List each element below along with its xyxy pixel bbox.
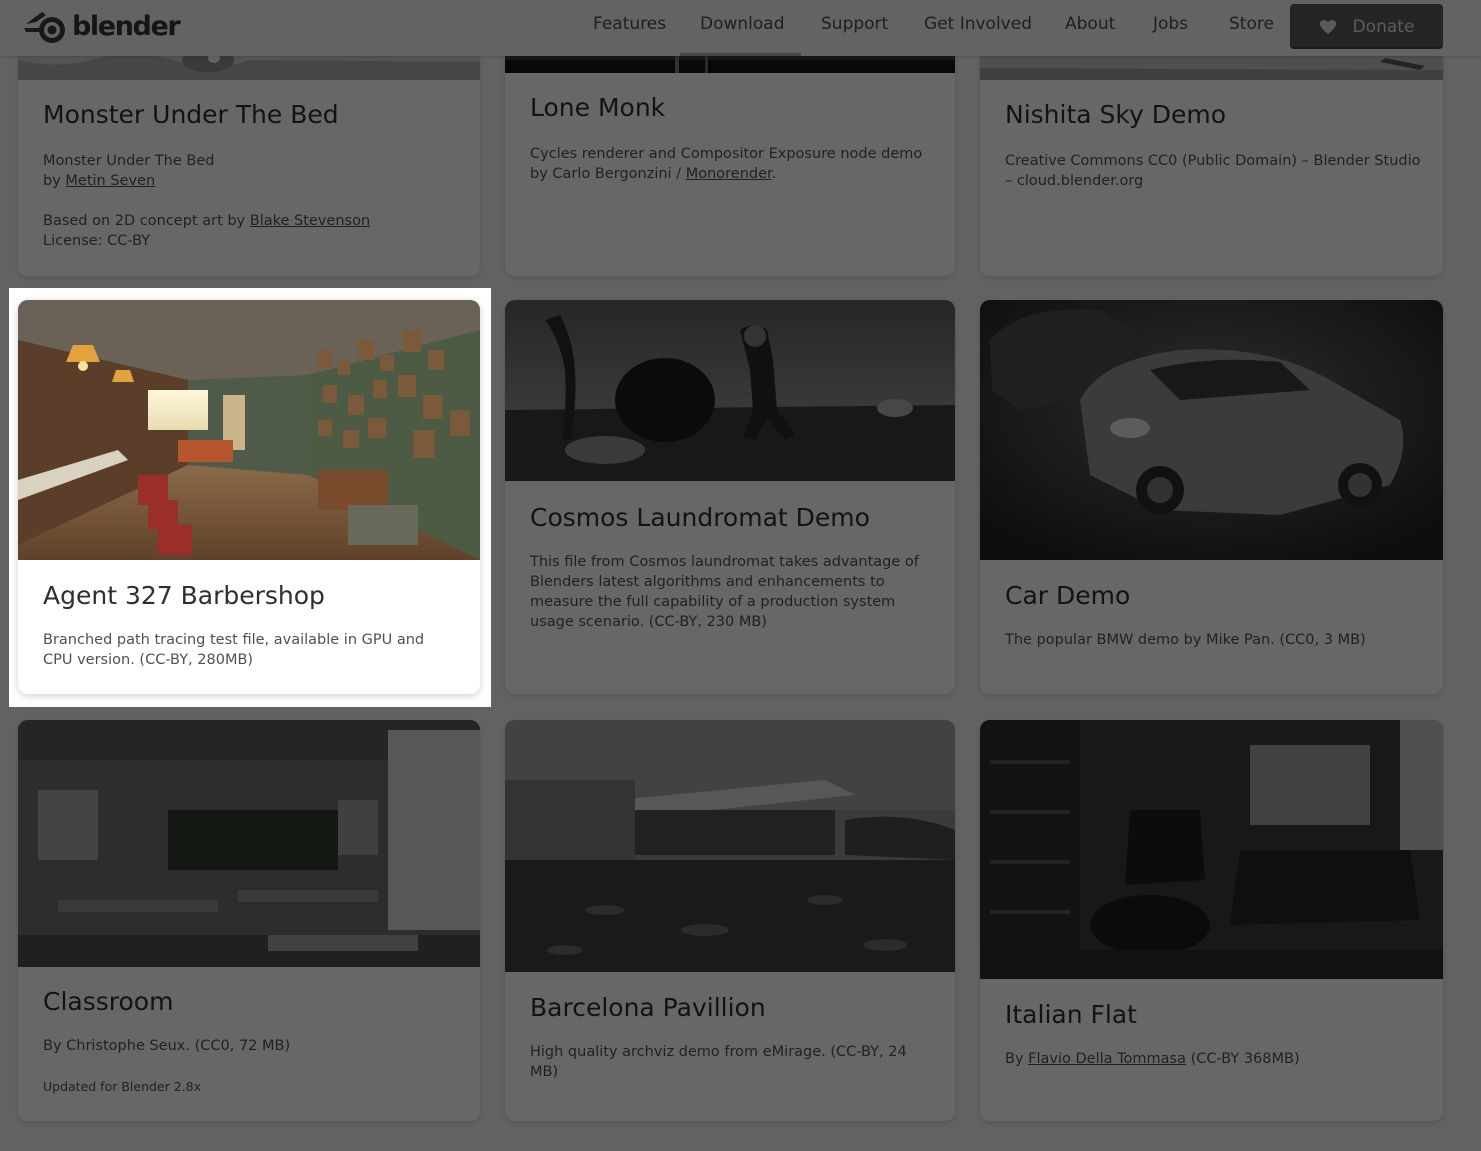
highlight-frame: Agent 327 Barbershop Branched path traci…	[9, 288, 491, 707]
by-prefix: By	[1005, 1051, 1029, 1067]
card-title: Agent 327 Barbershop	[43, 581, 325, 610]
blender-logo-icon	[24, 12, 65, 43]
thumbnail-classroom[interactable]	[18, 720, 480, 967]
card-description: Monster Under The Bed by Metin Seven Bas…	[43, 151, 458, 251]
top-navigation-bar: blender Features Download Support Get In…	[0, 0, 1481, 56]
card-description: By Christophe Seux. (CC0, 72 MB)	[43, 1038, 291, 1054]
concept-artist-link[interactable]: Blake Stevenson	[250, 213, 370, 229]
card-nishita-sky[interactable]: Nishita Sky Demo Creative Commons CC0 (P…	[980, 40, 1443, 276]
card-description: The popular BMW demo by Mike Pan. (CC0, …	[1005, 632, 1366, 648]
card-description: By Flavio Della Tommasa (CC-BY 368MB)	[1005, 1049, 1421, 1069]
card-italian-flat[interactable]: Italian Flat By Flavio Della Tommasa (CC…	[980, 720, 1443, 1121]
donate-button[interactable]: Donate	[1290, 4, 1443, 49]
nav-jobs[interactable]: Jobs	[1153, 14, 1188, 34]
nav-store[interactable]: Store	[1229, 14, 1274, 34]
nav-about[interactable]: About	[1065, 14, 1115, 34]
suffix: (CC-BY 368MB)	[1185, 1051, 1300, 1067]
nav-features[interactable]: Features	[593, 14, 666, 34]
heart-icon	[1319, 19, 1336, 34]
author-link[interactable]: Flavio Della Tommasa	[1028, 1051, 1186, 1067]
thumbnail-barcelona[interactable]	[505, 720, 955, 972]
card-barcelona-pavillion[interactable]: Barcelona Pavillion High quality archviz…	[505, 720, 955, 1121]
description-line: Cycles renderer and Compositor Exposure …	[530, 146, 923, 162]
description-line: Monster Under The Bed	[43, 153, 215, 169]
donate-label: Donate	[1352, 16, 1415, 37]
thumbnail-car[interactable]	[980, 300, 1443, 560]
card-description: High quality archviz demo from eMirage. …	[530, 1044, 907, 1080]
logo-text: blender	[72, 10, 181, 42]
by-prefix: by Carlo Bergonzini /	[530, 166, 686, 182]
active-nav-indicator	[680, 53, 801, 56]
license-line: License: CC-BY	[43, 233, 151, 249]
nav-download[interactable]: Download	[700, 14, 785, 34]
card-title: Cosmos Laundromat Demo	[530, 503, 870, 532]
nav-get-involved[interactable]: Get Involved	[924, 14, 1032, 34]
card-title: Italian Flat	[1005, 1000, 1137, 1029]
card-description: This file from Cosmos laundromat takes a…	[530, 554, 919, 630]
nav-support[interactable]: Support	[821, 14, 888, 34]
card-classroom[interactable]: Classroom By Christophe Seux. (CC0, 72 M…	[18, 720, 480, 1121]
card-title: Nishita Sky Demo	[1005, 100, 1227, 129]
card-lone-monk[interactable]: Lone Monk Cycles renderer and Compositor…	[505, 40, 955, 276]
author-line: by Metin Seven	[43, 171, 458, 191]
card-monster-under-the-bed[interactable]: Monster Under The Bed Monster Under The …	[18, 40, 480, 276]
concept-line: Based on 2D concept art by Blake Stevens…	[43, 211, 458, 231]
card-title: Lone Monk	[530, 93, 666, 122]
author-line: by Carlo Bergonzini / Monorender.	[530, 164, 933, 184]
by-prefix: by	[43, 173, 66, 189]
thumbnail-cosmos[interactable]	[505, 300, 955, 481]
card-description: Creative Commons CC0 (Public Domain) – B…	[1005, 153, 1421, 189]
suffix: .	[771, 166, 777, 182]
card-title: Classroom	[43, 987, 174, 1016]
card-title: Car Demo	[1005, 581, 1131, 610]
card-description: Branched path tracing test file, availab…	[43, 632, 425, 668]
card-title: Barcelona Pavillion	[530, 993, 766, 1022]
thumbnail-agent-327[interactable]	[18, 300, 480, 560]
monorender-link[interactable]: Monorender	[686, 166, 772, 182]
card-description: Cycles renderer and Compositor Exposure …	[530, 144, 933, 184]
thumbnail-italian-flat[interactable]	[980, 720, 1443, 979]
card-cosmos-laundromat[interactable]: Cosmos Laundromat Demo This file from Co…	[505, 300, 955, 694]
blender-logo[interactable]: blender	[22, 6, 181, 46]
based-prefix: Based on 2D concept art by	[43, 213, 250, 229]
card-agent-327-barbershop[interactable]: Agent 327 Barbershop Branched path traci…	[18, 300, 480, 694]
card-title: Monster Under The Bed	[43, 100, 339, 129]
card-car-demo[interactable]: Car Demo The popular BMW demo by Mike Pa…	[980, 300, 1443, 694]
card-note: Updated for Blender 2.8x	[43, 1079, 202, 1094]
author-link[interactable]: Metin Seven	[65, 173, 155, 189]
